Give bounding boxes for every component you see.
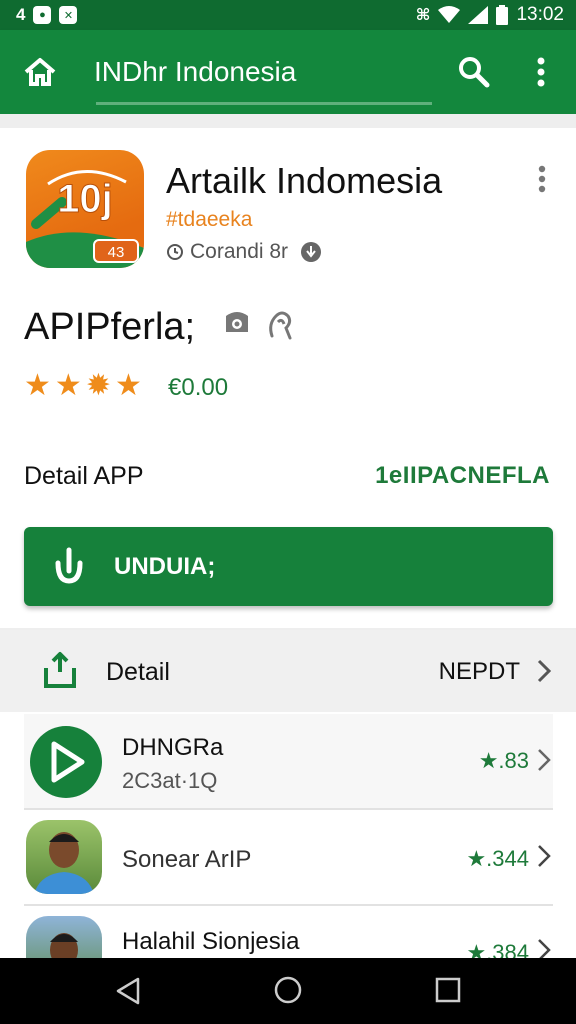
detail-row-label: Detail — [106, 658, 170, 686]
list-item[interactable]: DHNGRa 2C3at·1Q ★.83 — [24, 714, 553, 810]
wifi-icon — [438, 6, 461, 23]
chat-icon[interactable] — [222, 310, 252, 340]
person-avatar — [26, 820, 102, 894]
star-icon: ★ — [114, 369, 142, 402]
developer-name: Corandi 8r — [190, 240, 289, 263]
download-icon — [55, 547, 83, 584]
detail-app-link[interactable]: 1eIIPACNEFLA — [375, 462, 550, 490]
image-icon: ✕ — [59, 6, 78, 24]
list-item-title: Halahil Sionjesia — [122, 928, 300, 955]
list-item-title: Sonear ArIP — [122, 846, 252, 873]
star-rating: ★ ★ ✹ ★ — [24, 370, 142, 402]
app-tag: #tdaeeka — [166, 208, 253, 231]
status-left: 4 ● ✕ — [16, 5, 78, 25]
app-logo-text: 10j — [57, 177, 113, 221]
chevron-right-icon — [538, 749, 551, 771]
list-item-rating: ★.83 — [478, 748, 529, 773]
app-developer[interactable]: Corandi 8r — [166, 240, 322, 264]
clock-icon — [167, 244, 183, 260]
system-nav-bar — [0, 958, 576, 1024]
chevron-right-icon — [537, 659, 552, 683]
hand-icon[interactable] — [266, 308, 296, 342]
status-bar: 4 ● ✕ ⌘ 13:02 — [0, 0, 576, 30]
list-item[interactable]: Halahil Sionjesia ★.384 — [24, 906, 553, 958]
app-more-icon[interactable] — [534, 164, 550, 194]
battery-icon — [496, 5, 509, 25]
download-label: UNDUIA; — [114, 553, 216, 580]
chevron-right-icon — [538, 845, 551, 867]
person-photo — [34, 832, 94, 894]
person-avatar — [26, 916, 102, 958]
list-item-subtitle: 2C3at·1Q — [122, 768, 218, 793]
list-item-rating: ★.344 — [466, 846, 529, 871]
star-icon: ★ — [54, 369, 82, 402]
nfc-icon: ⌘ — [415, 7, 431, 24]
download-button[interactable]: UNDUIA; — [24, 527, 553, 606]
home-icon[interactable] — [22, 56, 58, 88]
app-bar-title: INDhr Indonesia — [94, 56, 297, 87]
detail-row-action[interactable]: NEPDT — [439, 658, 520, 686]
app-logo[interactable]: 10j 43 — [26, 150, 144, 268]
play-avatar — [30, 726, 102, 798]
home-circle-icon[interactable] — [272, 974, 304, 1006]
status-number: 4 — [16, 5, 26, 24]
recents-icon[interactable] — [434, 976, 462, 1004]
person-photo — [50, 933, 78, 958]
list-item[interactable]: Sonear ArIP ★.344 — [24, 810, 553, 906]
chevron-right-icon — [538, 939, 551, 958]
app-bar: INDhr Indonesia — [0, 30, 576, 114]
more-vert-icon[interactable] — [526, 54, 556, 90]
list-item-rating: ★.384 — [466, 940, 529, 958]
price-value: €0.00 — [168, 374, 229, 401]
status-right: ⌘ 13:02 — [416, 4, 564, 26]
notification-icon: ● — [33, 6, 52, 24]
signal-icon — [468, 6, 489, 24]
play-icon — [51, 741, 85, 783]
app-bar-underline — [96, 102, 432, 105]
app-name: Artailk Indomesia — [166, 160, 443, 201]
app-logo-badge: 43 — [108, 244, 125, 261]
star-icon: ✹ — [85, 369, 111, 402]
upload-box-icon — [44, 652, 76, 688]
price-title: APIPferla; — [24, 306, 196, 348]
detail-app-label: Detail APP — [24, 462, 144, 490]
list-item-title: DHNGRa — [122, 734, 224, 761]
search-icon[interactable] — [456, 54, 492, 90]
detail-row[interactable]: Detail NEPDT — [0, 630, 576, 712]
status-time: 13:02 — [516, 4, 564, 25]
star-icon: ★ — [24, 369, 51, 402]
back-icon[interactable] — [114, 976, 144, 1006]
verified-icon — [301, 242, 322, 262]
